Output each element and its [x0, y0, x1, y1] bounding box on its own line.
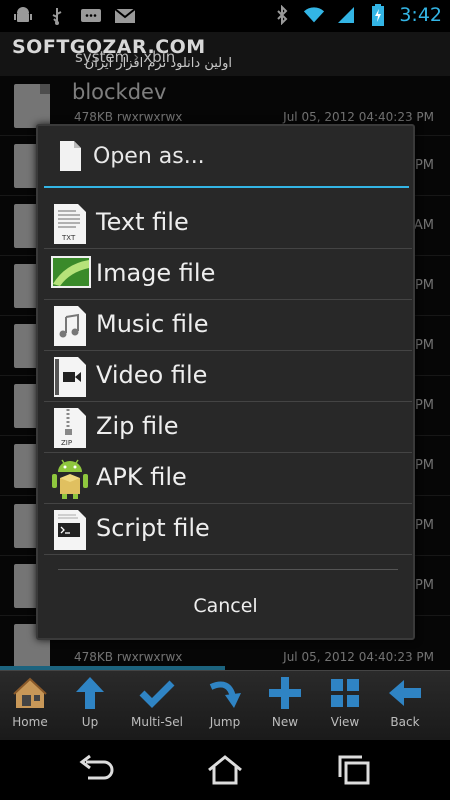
- back-label: Back: [390, 715, 420, 729]
- svg-text:ZIP: ZIP: [61, 439, 72, 447]
- option-video-file[interactable]: Video file: [44, 351, 412, 402]
- sms-icon: [80, 5, 102, 27]
- home-label: Home: [12, 715, 48, 729]
- up-label: Up: [81, 715, 99, 729]
- nav-recents-button[interactable]: [334, 754, 374, 786]
- nav-back-button[interactable]: [76, 754, 116, 786]
- breadcrumb-system[interactable]: system: [75, 48, 129, 66]
- battery-charging-icon: [367, 4, 389, 26]
- multi-sel-label: Multi-Sel: [131, 715, 183, 729]
- nav-home-button[interactable]: [205, 754, 245, 786]
- home-button[interactable]: Home: [0, 675, 60, 739]
- open-as-dialog: Open as... TXT Text file Image file Musi…: [36, 124, 415, 640]
- option-label: Script file: [96, 514, 210, 542]
- option-apk-file[interactable]: APK file: [44, 453, 412, 504]
- usb-icon: [46, 5, 68, 27]
- option-label: Text file: [96, 208, 189, 236]
- document-icon: [58, 140, 82, 172]
- dialog-header: Open as...: [38, 126, 413, 188]
- breadcrumb-separator: ›: [133, 48, 140, 66]
- jump-arrow-icon: [207, 675, 243, 711]
- bluetooth-icon: [271, 4, 293, 26]
- image-file-icon: [50, 254, 91, 296]
- dialog-title-divider: [44, 186, 409, 188]
- option-music-file[interactable]: Music file: [44, 300, 412, 351]
- apk-file-icon: [50, 458, 90, 500]
- jump-button[interactable]: Jump: [195, 675, 255, 739]
- new-label: New: [271, 715, 299, 729]
- wifi-icon: [303, 4, 325, 26]
- view-button[interactable]: View: [315, 675, 375, 739]
- dialog-title: Open as...: [93, 144, 205, 169]
- nav-recents-icon: [338, 755, 370, 785]
- zip-file-icon: ZIP: [50, 407, 90, 449]
- dialog-button-divider: [58, 569, 398, 570]
- option-label: APK file: [96, 463, 187, 491]
- option-text-file[interactable]: TXT Text file: [44, 198, 412, 249]
- multi-select-button[interactable]: Multi-Sel: [127, 675, 187, 739]
- up-arrow-icon: [72, 675, 108, 711]
- grid-view-icon: [327, 675, 363, 711]
- option-label: Video file: [96, 361, 208, 389]
- gmail-icon: [114, 5, 136, 27]
- breadcrumb: system › xbin: [75, 48, 175, 66]
- status-bar: 3:42: [0, 0, 450, 32]
- clock: 3:42: [399, 4, 442, 26]
- android-debug-icon: [12, 5, 34, 27]
- option-script-file[interactable]: Script file: [44, 504, 412, 555]
- text-file-icon: TXT: [50, 203, 90, 245]
- nav-back-icon: [79, 754, 114, 780]
- plus-icon: [267, 675, 303, 711]
- back-arrow-icon: [387, 675, 423, 711]
- option-image-file[interactable]: Image file: [44, 249, 412, 300]
- music-file-icon: [50, 305, 90, 347]
- option-zip-file[interactable]: ZIP Zip file: [44, 402, 412, 453]
- home-icon: [12, 675, 48, 711]
- cancel-button[interactable]: Cancel: [38, 576, 413, 636]
- checkmark-icon: [139, 675, 175, 711]
- view-label: View: [330, 715, 360, 729]
- bottom-toolbar: Home Up Multi-Sel Jump New View Back: [0, 670, 450, 740]
- script-file-icon: [50, 509, 90, 551]
- nav-home-icon: [208, 755, 242, 785]
- signal-icon: [335, 4, 357, 26]
- system-nav-bar: [0, 740, 450, 800]
- breadcrumb-xbin[interactable]: xbin: [143, 48, 175, 66]
- up-button[interactable]: Up: [60, 675, 120, 739]
- new-button[interactable]: New: [255, 675, 315, 739]
- svg-text:TXT: TXT: [61, 234, 76, 242]
- video-file-icon: [50, 356, 90, 398]
- jump-label: Jump: [209, 715, 241, 729]
- option-label: Image file: [96, 259, 216, 287]
- back-button[interactable]: Back: [375, 675, 435, 739]
- option-label: Zip file: [96, 412, 179, 440]
- option-label: Music file: [96, 310, 209, 338]
